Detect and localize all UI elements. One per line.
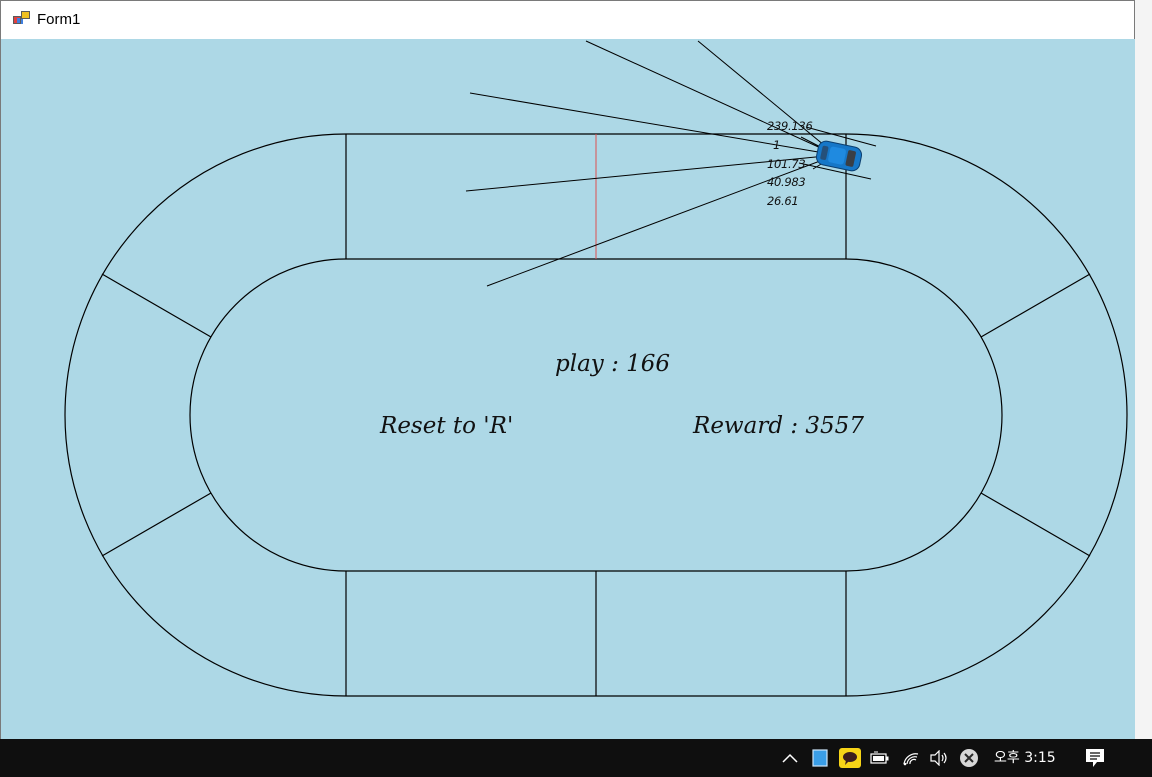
wifi-icon[interactable] <box>899 739 923 777</box>
segment-divider <box>980 273 1091 338</box>
kakaotalk-icon[interactable] <box>838 739 862 777</box>
taskbar-clock[interactable]: 오후 3:15 <box>994 739 1056 777</box>
taskbar: 오후 3:15 <box>0 739 1152 777</box>
race-track <box>64 40 1128 697</box>
reset-hint: Reset to 'R' <box>380 413 514 439</box>
play-counter: play : 166 <box>555 351 671 377</box>
sensor-readout: 1 <box>773 138 781 152</box>
chevron-up-icon[interactable] <box>779 739 801 777</box>
car <box>815 140 863 172</box>
reward-counter: Reward : 3557 <box>693 413 864 439</box>
sensor-ray <box>585 40 837 156</box>
sensor-ray <box>697 40 837 156</box>
inner-track-boundary <box>189 258 1003 572</box>
simulation-canvas[interactable]: 239.136 1 101.73 40.983 26.61 play : 166… <box>1 39 1135 739</box>
app-window: Form1 239.136 1 101.73 40.983 26.61 play… <box>0 0 1135 739</box>
sensor-readout: 26.61 <box>767 194 799 208</box>
window-title: Form1 <box>37 11 81 28</box>
car-roof <box>828 146 846 165</box>
title-bar[interactable]: Form1 <box>1 1 1134 39</box>
battery-icon[interactable] <box>869 739 891 777</box>
app-icon <box>13 11 30 24</box>
segment-divider <box>101 492 212 557</box>
close-circle-icon[interactable] <box>957 739 981 777</box>
sensor-rays <box>465 40 877 287</box>
sensor-readout: 40.983 <box>767 175 806 189</box>
segment-divider <box>101 273 212 338</box>
segment-divider <box>980 492 1091 557</box>
tablet-icon[interactable] <box>809 739 831 777</box>
sensor-ray <box>805 126 877 147</box>
volume-icon[interactable] <box>927 739 951 777</box>
sensor-readout: 239.136 <box>767 119 813 133</box>
notification-icon[interactable] <box>1082 739 1108 777</box>
sensor-readout: 101.73 <box>767 157 806 171</box>
desktop-background-strip <box>1135 0 1152 739</box>
